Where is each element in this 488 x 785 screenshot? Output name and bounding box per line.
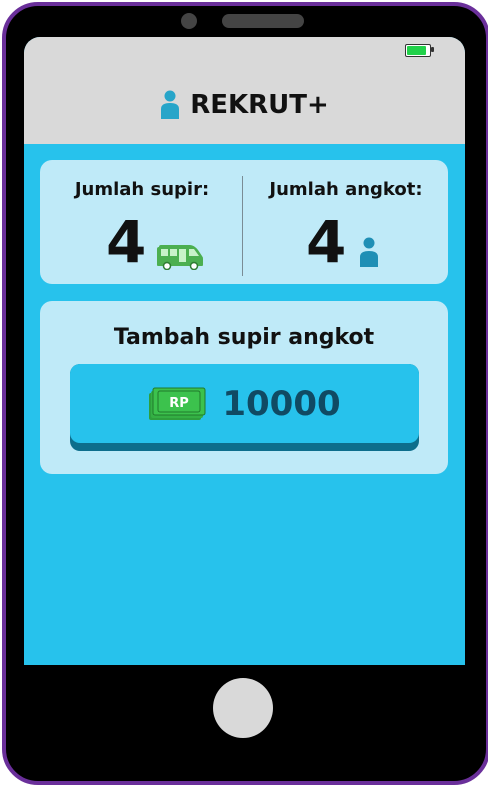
- battery-level: [407, 46, 426, 55]
- person-icon: [161, 90, 180, 119]
- speaker-grille: [222, 14, 304, 28]
- home-button[interactable]: [213, 678, 273, 738]
- person-icon: [360, 237, 378, 267]
- recruit-card: Tambah supir angkot RP 10000: [40, 301, 448, 474]
- drivers-label: Jumlah supir:: [74, 179, 210, 200]
- status-bar: [24, 37, 465, 65]
- drivers-count: 4: [106, 208, 147, 276]
- battery-cap: [431, 47, 434, 52]
- angkot-stat: Jumlah angkot: 4: [244, 160, 448, 284]
- app-title: REKRUT+: [190, 89, 329, 120]
- money-icon: RP: [149, 387, 206, 420]
- stats-divider: [242, 176, 243, 276]
- bus-icon: [157, 245, 203, 270]
- recruit-price: 10000: [222, 383, 341, 424]
- currency-badge: RP: [170, 396, 190, 411]
- camera-icon: [181, 13, 197, 29]
- recruit-driver-button[interactable]: RP 10000: [70, 364, 419, 451]
- angkot-label: Jumlah angkot:: [269, 179, 423, 200]
- angkot-count: 4: [306, 208, 347, 276]
- screen: REKRUT+ Jumlah supir: 4 Jumlah angkot: 4: [24, 37, 465, 665]
- battery-icon: [405, 44, 431, 57]
- app-header: REKRUT+: [24, 65, 465, 144]
- drivers-stat: Jumlah supir: 4: [40, 160, 244, 284]
- stats-card: Jumlah supir: 4 Jumlah angkot: 4: [40, 160, 448, 284]
- recruit-title: Tambah supir angkot: [113, 325, 375, 350]
- recruit-button-face[interactable]: RP 10000: [70, 364, 419, 443]
